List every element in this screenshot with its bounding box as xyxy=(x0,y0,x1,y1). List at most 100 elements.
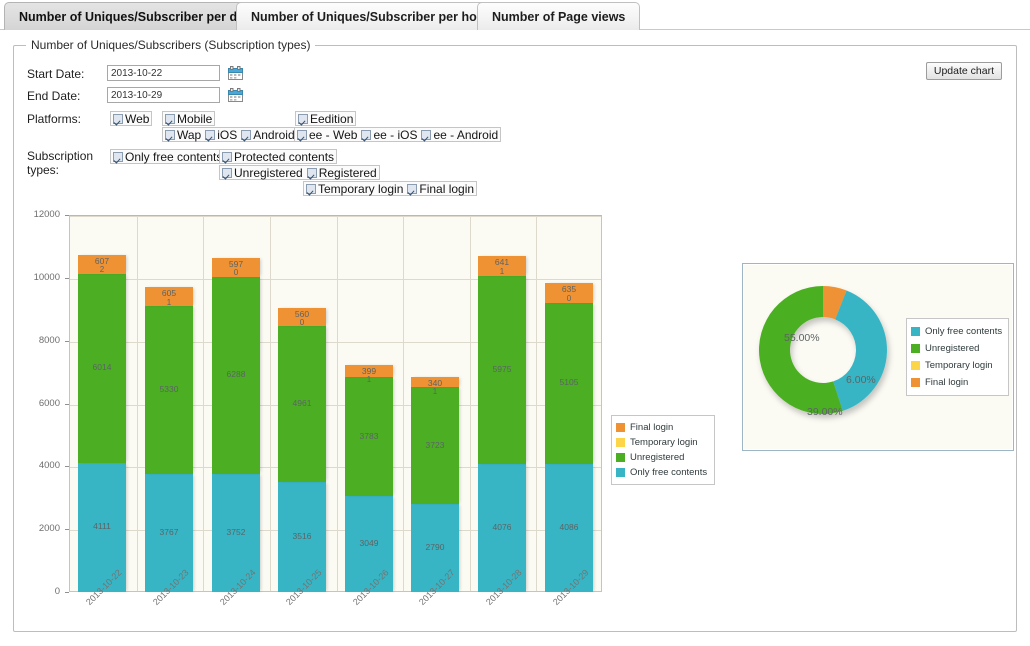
application-window: Number of Uniques/Subscriber per day Num… xyxy=(0,0,1030,646)
checkbox-box-icon[interactable] xyxy=(298,113,308,124)
legend-item[interactable]: Temporary login xyxy=(911,357,1002,374)
bar-value-label: 6014 xyxy=(92,362,112,373)
platform-group-mobile: Mobile xyxy=(162,111,216,126)
checkbox-protected-contents[interactable]: Protected contents xyxy=(222,150,334,164)
bar-column[interactable]: 4076 5975 641 1 xyxy=(478,256,526,592)
checkbox-mobile[interactable]: Mobile xyxy=(165,112,212,126)
start-date-calendar-icon[interactable] xyxy=(228,66,243,80)
bar-segment[interactable]: 5105 xyxy=(545,303,593,464)
x-gridline xyxy=(203,216,204,591)
checkbox-label: ee - Web xyxy=(309,127,358,142)
tab-uniques-per-day[interactable]: Number of Uniques/Subscriber per day xyxy=(4,2,266,30)
subs-group-only-free: Only free contents xyxy=(110,149,226,164)
tab-uniques-per-hour[interactable]: Number of Uniques/Subscriber per hour xyxy=(236,2,505,30)
legend-swatch-icon xyxy=(616,453,625,462)
legend-item[interactable]: Final login xyxy=(616,420,707,435)
bar-value-label-secondary: 0 xyxy=(566,294,572,304)
legend-item[interactable]: Unregistered xyxy=(616,450,707,465)
tab-page-views[interactable]: Number of Page views xyxy=(477,2,641,30)
x-gridline xyxy=(403,216,404,591)
bar-segment[interactable]: 605 1 xyxy=(145,287,193,307)
checkbox-box-icon[interactable] xyxy=(205,129,216,140)
bar-value-label: 4086 xyxy=(559,521,579,532)
checkbox-label: Mobile xyxy=(177,111,213,126)
checkbox-box-icon[interactable] xyxy=(421,129,432,140)
checkbox-ee-web[interactable]: ee - Web xyxy=(297,128,357,142)
checkbox-only-free-contents[interactable]: Only free contents xyxy=(113,150,222,164)
bar-segment[interactable]: 3723 xyxy=(411,387,459,505)
checkbox-temporary-login[interactable]: Temporary login xyxy=(306,182,403,196)
bar-column[interactable]: 3767 5330 605 1 xyxy=(145,287,193,592)
legend-label: Only free contents xyxy=(630,467,708,478)
checkbox-box-icon[interactable] xyxy=(306,183,316,194)
bar-value-label: 3049 xyxy=(359,538,379,549)
subs-group-login: Temporary login Final login xyxy=(303,181,478,196)
bar-segment[interactable]: 560 0 xyxy=(278,308,326,327)
bar-value-label: 2790 xyxy=(425,542,445,553)
bar-segment[interactable]: 6288 xyxy=(212,276,260,475)
bar-column[interactable]: 3752 6288 597 0 xyxy=(212,257,260,592)
y-axis-tick-label: 0 xyxy=(54,586,60,597)
checkbox-eedition[interactable]: Eedition xyxy=(298,112,353,126)
subs-group-registration: Unregistered Registered xyxy=(219,165,380,180)
x-gridline xyxy=(536,216,537,591)
checkbox-box-icon[interactable] xyxy=(165,129,175,140)
bar-value-label: 5105 xyxy=(559,377,579,388)
platforms-label: Platforms: xyxy=(27,112,82,126)
legend-item[interactable]: Only free contents xyxy=(616,465,707,480)
checkbox-box-icon[interactable] xyxy=(222,151,232,162)
checkbox-android[interactable]: Android xyxy=(241,128,295,142)
bar-value-label: 399 xyxy=(361,365,377,376)
legend-item[interactable]: Only free contents xyxy=(911,323,1002,340)
bar-segment[interactable]: 607 2 xyxy=(78,254,126,274)
bar-segment[interactable]: 5975 xyxy=(478,276,526,464)
legend-item[interactable]: Final login xyxy=(911,374,1002,391)
bar-column[interactable]: 3516 4961 560 0 xyxy=(278,308,326,592)
checkbox-ee-ios[interactable]: ee - iOS xyxy=(361,128,417,142)
checkbox-box-icon[interactable] xyxy=(165,113,175,124)
checkbox-box-icon[interactable] xyxy=(361,129,372,140)
bar-segment[interactable]: 3783 xyxy=(345,377,393,497)
bar-column[interactable]: 2790 3723 340 1 xyxy=(411,376,459,592)
end-date-input[interactable] xyxy=(107,87,220,103)
checkbox-box-icon[interactable] xyxy=(113,113,123,124)
bar-column[interactable]: 3049 3783 399 1 xyxy=(345,364,393,592)
checkbox-final-login[interactable]: Final login xyxy=(407,182,474,196)
checkbox-unregistered[interactable]: Unregistered xyxy=(222,166,303,180)
bar-value-label: 3723 xyxy=(425,439,445,450)
checkbox-box-icon[interactable] xyxy=(222,167,232,178)
checkbox-box-icon[interactable] xyxy=(297,129,307,140)
bar-segment[interactable]: 399 1 xyxy=(345,364,393,384)
legend-item[interactable]: Unregistered xyxy=(911,340,1002,357)
bar-segment[interactable]: 6014 xyxy=(78,273,126,463)
bar-value-label: 4076 xyxy=(492,521,512,532)
bar-column[interactable]: 4086 5105 635 0 xyxy=(545,283,593,592)
bar-chart-legend: Final login Temporary login Unregistered On… xyxy=(611,415,716,485)
bar-segment[interactable]: 340 1 xyxy=(411,376,459,396)
x-gridline xyxy=(137,216,138,591)
checkbox-wap[interactable]: Wap xyxy=(165,128,201,142)
start-date-input[interactable] xyxy=(107,65,220,81)
checkbox-box-icon[interactable] xyxy=(407,183,418,194)
bar-column[interactable]: 4111 6014 607 2 xyxy=(78,254,126,592)
checkbox-ios[interactable]: iOS xyxy=(205,128,237,142)
checkbox-box-icon[interactable] xyxy=(113,151,123,162)
checkbox-registered[interactable]: Registered xyxy=(306,166,377,180)
update-chart-button[interactable]: Update chart xyxy=(925,62,1002,80)
checkbox-web[interactable]: Web xyxy=(113,112,149,126)
end-date-calendar-icon[interactable] xyxy=(228,88,243,102)
donut-slice[interactable] xyxy=(833,290,887,411)
x-gridline xyxy=(337,216,338,591)
checkbox-box-icon[interactable] xyxy=(241,129,252,140)
y-axis-tick-mark xyxy=(65,403,69,405)
bar-segment[interactable]: 641 1 xyxy=(478,256,526,277)
bar-segment[interactable]: 597 0 xyxy=(212,257,260,277)
bar-segment[interactable]: 5330 xyxy=(145,306,193,474)
bar-segment[interactable]: 4961 xyxy=(278,325,326,482)
checkbox-box-icon[interactable] xyxy=(306,167,317,178)
y-axis-tick-label: 10000 xyxy=(33,271,60,283)
bar-value-label-secondary: 1 xyxy=(499,267,505,277)
legend-item[interactable]: Temporary login xyxy=(616,435,707,450)
bar-segment[interactable]: 635 0 xyxy=(545,283,593,303)
checkbox-ee-android[interactable]: ee - Android xyxy=(421,128,498,142)
